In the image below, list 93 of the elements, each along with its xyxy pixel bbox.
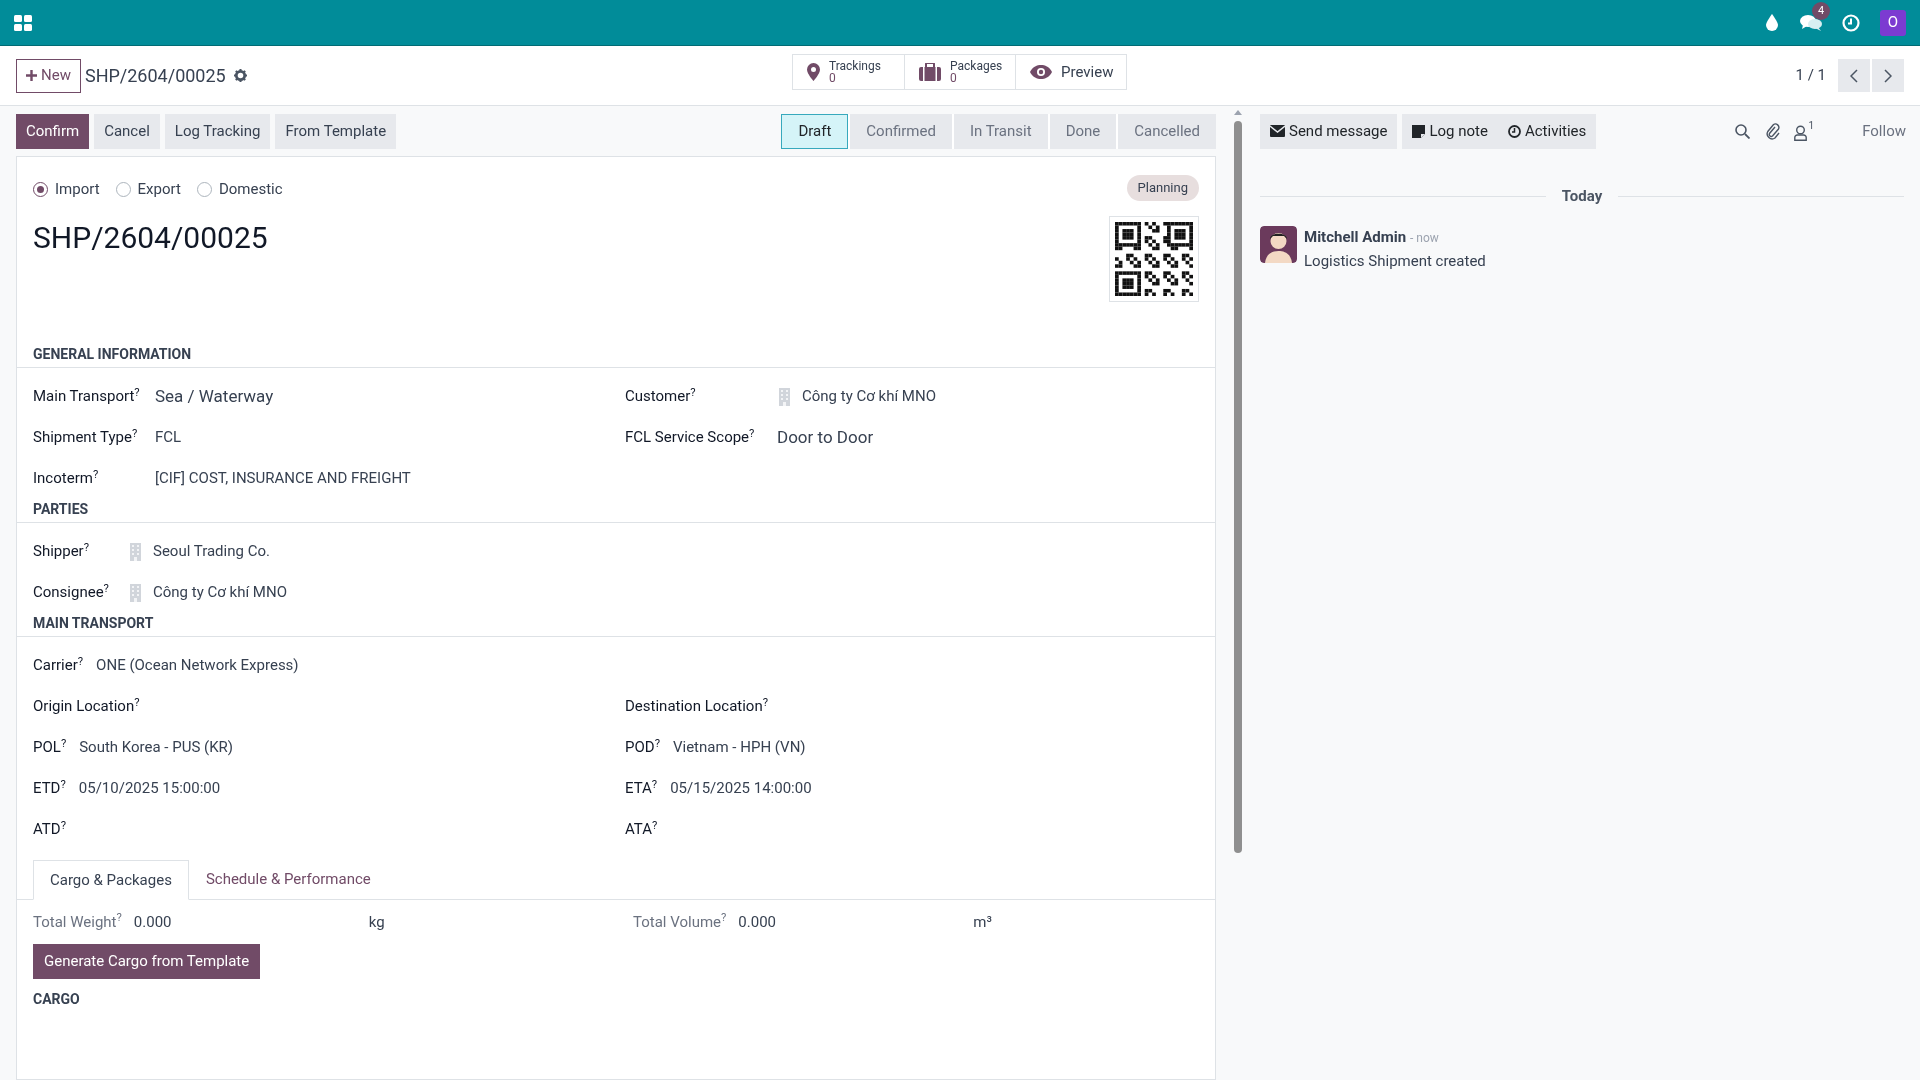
pager-value: 1 / 1 — [1795, 65, 1826, 87]
unit-label: kg — [368, 911, 385, 933]
action-button[interactable]: Confirm — [16, 113, 90, 149]
next-button[interactable] — [1872, 59, 1904, 92]
field-label: POL$^{?}$ — [33, 736, 68, 759]
action-button[interactable]: Log Tracking — [164, 113, 271, 149]
previous-button[interactable] — [1838, 59, 1870, 92]
action-button[interactable]: From Template — [275, 113, 397, 149]
field-label: Consignee$^{?}$ — [33, 581, 110, 604]
action-button[interactable]: Cancel — [94, 113, 160, 149]
field-label: Origin Location$^{?}$ — [33, 695, 141, 718]
section-heading: MAIN TRANSPORT — [17, 613, 1215, 637]
building-icon — [130, 583, 141, 602]
droplet-icon[interactable] — [1766, 14, 1778, 31]
field-value: 0.000 — [133, 911, 173, 933]
field-label: ETA$^{?}$ — [625, 777, 659, 800]
field-value: [CIF] COST, INSURANCE AND FREIGHT — [155, 468, 411, 490]
field-label: Shipment Type$^{?}$ — [33, 426, 139, 449]
field-label: POD$^{?}$ — [625, 736, 661, 759]
status-step[interactable]: Done — [1047, 113, 1117, 149]
chatter-button[interactable]: Log note — [1402, 113, 1498, 149]
field-label: FCL Service Scope$^{?}$ — [625, 426, 756, 449]
unit-label: m³ — [973, 911, 992, 933]
chevron-left-icon — [1850, 68, 1858, 83]
field-label: ATD$^{?}$ — [33, 818, 67, 841]
date-divider: Today — [1560, 186, 1604, 207]
section-heading: PARTIES — [17, 499, 1215, 523]
field-label: ETD$^{?}$ — [33, 777, 67, 800]
tab[interactable]: Cargo & Packages — [33, 860, 189, 900]
plus-icon — [26, 70, 37, 81]
status-tag: Planning — [1126, 175, 1199, 201]
field-value: Door to Door — [777, 425, 874, 449]
breadcrumb-title: SHP/2604/00025 — [84, 64, 226, 88]
generate-cargo-button[interactable]: Generate Cargo from Template — [33, 944, 261, 979]
status-step[interactable]: In Transit — [951, 113, 1048, 149]
field-label: Destination Location$^{?}$ — [625, 695, 770, 718]
scroll-up-icon[interactable] — [1234, 110, 1242, 115]
field-value: Vietnam - HPH (VN) — [672, 737, 806, 759]
field-label: Customer$^{?}$ — [625, 385, 697, 408]
section-heading: GENERAL INFORMATION — [17, 344, 1215, 368]
chatter-button[interactable]: Activities — [1497, 113, 1597, 149]
building-icon — [779, 387, 790, 406]
field-label: ATA$^{?}$ — [625, 818, 659, 841]
search-icon[interactable] — [1734, 123, 1750, 139]
message-count-badge: 4 — [1812, 2, 1830, 20]
radio-option[interactable]: Export — [115, 177, 181, 201]
paperclip-icon[interactable] — [1765, 122, 1780, 140]
settings-icon[interactable] — [233, 69, 247, 82]
field-value: ONE (Ocean Network Express) — [96, 655, 299, 677]
user-avatar — [1260, 225, 1297, 263]
status-step[interactable]: Confirmed — [848, 113, 952, 149]
map-pin-icon — [807, 63, 820, 81]
section-heading: CARGO — [33, 990, 81, 1009]
status-step[interactable]: Cancelled — [1116, 113, 1216, 149]
field-label: Incoterm$^{?}$ — [33, 467, 100, 490]
envelope-icon — [1270, 125, 1285, 137]
new-button[interactable]: New — [16, 58, 81, 93]
chatter-button[interactable]: Send message — [1260, 113, 1398, 149]
field-value: Seoul Trading Co. — [153, 541, 270, 563]
field-value: FCL — [155, 427, 182, 449]
field-value: 05/10/2025 15:00:00 — [78, 778, 221, 800]
field-label: Carrier$^{?}$ — [33, 654, 85, 677]
record-title: SHP/2604/00025 — [33, 219, 268, 257]
radio-option[interactable]: Import — [33, 177, 100, 201]
chat-icon[interactable] — [1800, 14, 1822, 31]
clock-icon[interactable] — [1842, 13, 1860, 32]
message-author: Mitchell Admin — [1304, 226, 1407, 248]
field-label: Total Weight$^{?}$ — [33, 910, 123, 933]
field-value: Công ty Cơ khí MNO — [153, 582, 287, 604]
field-value: Công ty Cơ khí MNO — [802, 386, 936, 408]
radio-option[interactable]: Domestic — [196, 177, 283, 201]
suitcase-icon — [919, 63, 941, 81]
building-icon — [130, 542, 141, 561]
apps-menu-icon[interactable] — [14, 14, 32, 31]
field-label: Shipper$^{?}$ — [33, 540, 91, 563]
followers-icon[interactable] — [1793, 124, 1807, 141]
eye-icon — [1030, 65, 1052, 79]
field-label: Main Transport$^{?}$ — [33, 385, 141, 408]
field-value: 05/15/2025 14:00:00 — [670, 778, 812, 800]
note-icon — [1412, 124, 1426, 138]
field-label: Total Volume$^{?}$ — [633, 910, 728, 933]
field-value: 0.000 — [738, 911, 778, 933]
chevron-right-icon — [1884, 68, 1892, 83]
tab[interactable]: Schedule & Performance — [188, 859, 388, 899]
status-step[interactable]: Draft — [781, 113, 849, 149]
user-avatar[interactable]: O — [1880, 9, 1906, 36]
follower-count: 1 — [1808, 118, 1815, 133]
field-value: South Korea - PUS (KR) — [79, 737, 234, 759]
field-value: Sea / Waterway — [155, 384, 274, 408]
message-time: - now — [1410, 229, 1439, 247]
clock-icon — [1507, 124, 1521, 138]
message-body: Logistics Shipment created — [1304, 251, 1486, 272]
follow-button[interactable]: Follow — [1862, 119, 1906, 143]
